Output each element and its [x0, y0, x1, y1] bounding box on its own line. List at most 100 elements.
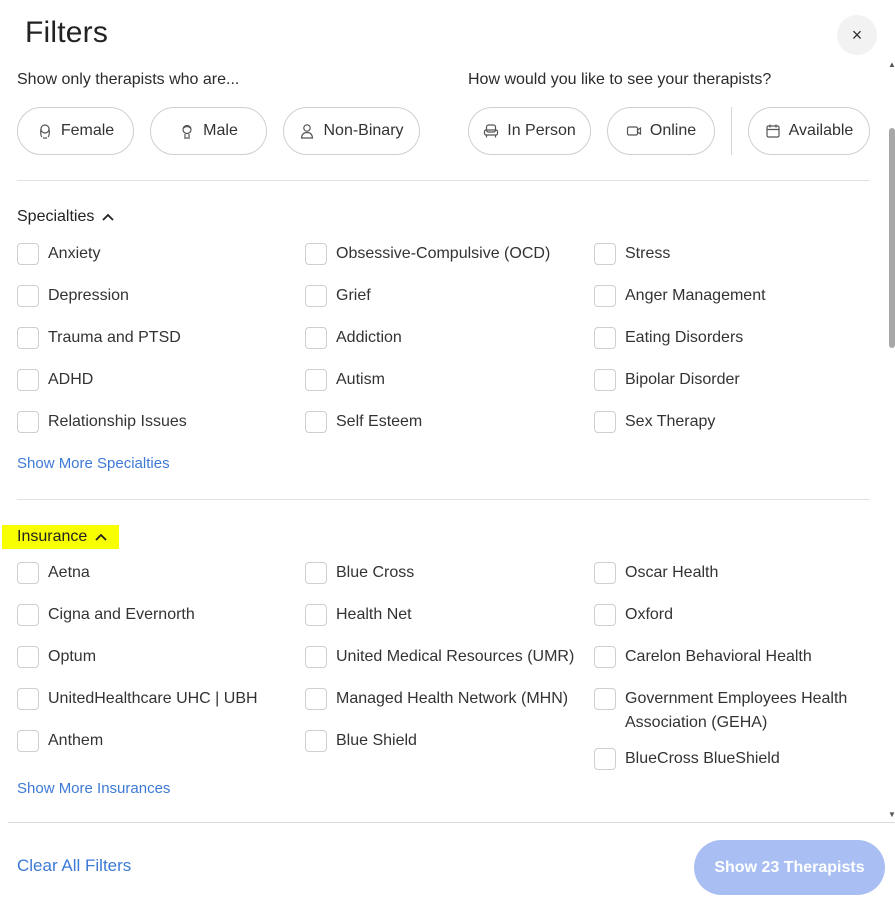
female-head-icon	[39, 124, 50, 139]
show-more-insurances-link[interactable]: Show More Insurances	[17, 780, 170, 797]
checkbox[interactable]	[17, 327, 39, 349]
insurance-checkbox-item[interactable]: Blue Shield	[305, 729, 575, 753]
checkbox[interactable]	[305, 285, 327, 307]
pill-in-person[interactable]: In Person	[468, 107, 591, 155]
specialties-checkbox-item[interactable]: Trauma and PTSD	[17, 326, 287, 350]
video-camera-icon	[626, 126, 641, 136]
checkbox[interactable]	[594, 748, 616, 770]
insurance-checkbox-item[interactable]: Blue Cross	[305, 561, 575, 585]
scroll-up-arrow[interactable]: ▲	[888, 60, 895, 69]
specialties-checkbox-item[interactable]: Stress	[594, 242, 859, 266]
checkbox[interactable]	[594, 411, 616, 433]
specialties-checkbox-item[interactable]: Relationship Issues	[17, 410, 287, 434]
specialties-checkbox-item[interactable]: Depression	[17, 284, 287, 308]
checkbox-label: Anthem	[48, 732, 104, 749]
close-button[interactable]: ×	[837, 15, 877, 55]
show-more-specialties-link[interactable]: Show More Specialties	[17, 455, 170, 472]
specialties-checkbox-item[interactable]: Addiction	[305, 326, 575, 350]
checkbox[interactable]	[17, 369, 39, 391]
checkbox[interactable]	[17, 688, 39, 710]
checkbox[interactable]	[594, 562, 616, 584]
insurance-checkbox-item[interactable]: Oscar Health	[594, 561, 859, 585]
checkbox-label: United Medical Resources (UMR)	[336, 648, 575, 665]
insurance-checkbox-item[interactable]: United Medical Resources (UMR)	[305, 645, 575, 669]
checkbox[interactable]	[305, 604, 327, 626]
calendar-icon	[766, 124, 780, 138]
checkbox[interactable]	[594, 369, 616, 391]
insurance-checkbox-item[interactable]: Health Net	[305, 603, 575, 627]
checkbox[interactable]	[594, 604, 616, 626]
pill-label: Available	[788, 122, 854, 139]
checkbox[interactable]	[305, 369, 327, 391]
checkbox[interactable]	[594, 327, 616, 349]
insurance-checkbox-item[interactable]: BlueCross BlueShield	[594, 747, 859, 771]
pill-non-binary[interactable]: Non-Binary	[283, 107, 420, 155]
checkbox[interactable]	[594, 688, 616, 710]
checkbox[interactable]	[17, 646, 39, 668]
pill-label: Male	[203, 122, 238, 139]
checkbox[interactable]	[594, 285, 616, 307]
specialties-heading: Specialties	[17, 208, 95, 225]
specialties-checkbox-item[interactable]: Bipolar Disorder	[594, 368, 859, 392]
armchair-icon	[484, 124, 499, 138]
checkbox[interactable]	[305, 688, 327, 710]
insurance-toggle[interactable]: Insurance	[2, 525, 120, 549]
checkbox-label: Stress	[625, 245, 671, 262]
checkbox-label: Trauma and PTSD	[48, 329, 181, 346]
checkbox[interactable]	[17, 411, 39, 433]
specialties-checkbox-item[interactable]: Anger Management	[594, 284, 859, 308]
checkbox[interactable]	[305, 327, 327, 349]
insurance-checkbox-item[interactable]: Aetna	[17, 561, 287, 585]
specialties-checkbox-item[interactable]: Obsessive-Compulsive (OCD)	[305, 242, 575, 266]
insurance-checkbox-item[interactable]: Oxford	[594, 603, 859, 627]
specialties-checkbox-item[interactable]: Eating Disorders	[594, 326, 859, 350]
pill-female[interactable]: Female	[17, 107, 134, 155]
insurance-checkbox-item[interactable]: Government Employees Health Association …	[594, 687, 859, 735]
checkbox[interactable]	[594, 646, 616, 668]
checkbox[interactable]	[305, 411, 327, 433]
insurance-checkbox-item[interactable]: Carelon Behavioral Health	[594, 645, 859, 669]
pill-label: In Person	[507, 122, 576, 139]
specialties-checkbox-item[interactable]: Self Esteem	[305, 410, 575, 434]
checkbox[interactable]	[17, 285, 39, 307]
show-therapists-button[interactable]: Show 23 Therapists	[694, 840, 885, 895]
insurance-checkbox-item[interactable]: UnitedHealthcare UHC | UBH	[17, 687, 287, 711]
checkbox-label: Anxiety	[48, 245, 101, 262]
checkbox-label: Blue Shield	[336, 732, 417, 749]
checkbox-label: Grief	[336, 287, 371, 304]
male-head-icon	[182, 124, 192, 139]
insurance-highlight: Insurance	[2, 525, 120, 549]
pill-male[interactable]: Male	[150, 107, 267, 155]
insurance-checkbox-item[interactable]: Optum	[17, 645, 287, 669]
pill-label: Online	[649, 122, 697, 139]
checkbox-label: Aetna	[48, 564, 90, 581]
checkbox[interactable]	[305, 243, 327, 265]
specialties-checkbox-item[interactable]: Anxiety	[17, 242, 287, 266]
specialties-checkbox-item[interactable]: ADHD	[17, 368, 287, 392]
checkbox-label: Obsessive-Compulsive (OCD)	[336, 245, 551, 262]
pill-online[interactable]: Online	[607, 107, 715, 155]
checkbox-label: Addiction	[336, 329, 402, 346]
scrollbar-thumb[interactable]	[889, 128, 895, 348]
checkbox[interactable]	[594, 243, 616, 265]
checkbox[interactable]	[17, 604, 39, 626]
person-icon	[301, 124, 314, 139]
specialties-toggle[interactable]: Specialties	[17, 208, 115, 226]
scroll-down-arrow[interactable]: ▼	[888, 810, 895, 819]
checkbox[interactable]	[17, 243, 39, 265]
insurance-checkbox-item[interactable]: Cigna and Evernorth	[17, 603, 287, 627]
specialties-checkbox-item[interactable]: Sex Therapy	[594, 410, 859, 434]
checkbox[interactable]	[305, 646, 327, 668]
insurance-checkbox-item[interactable]: Anthem	[17, 729, 287, 753]
checkbox[interactable]	[17, 562, 39, 584]
specialties-checkbox-item[interactable]: Autism	[305, 368, 575, 392]
clear-all-filters-link[interactable]: Clear All Filters	[17, 856, 131, 876]
checkbox[interactable]	[305, 562, 327, 584]
checkbox[interactable]	[305, 730, 327, 752]
pill-available[interactable]: Available	[748, 107, 870, 155]
checkbox-label: Government Employees Health Association …	[625, 690, 848, 731]
checkbox[interactable]	[17, 730, 39, 752]
specialties-checkbox-item[interactable]: Grief	[305, 284, 575, 308]
checkbox-label: Bipolar Disorder	[625, 371, 740, 388]
insurance-checkbox-item[interactable]: Managed Health Network (MHN)	[305, 687, 575, 711]
